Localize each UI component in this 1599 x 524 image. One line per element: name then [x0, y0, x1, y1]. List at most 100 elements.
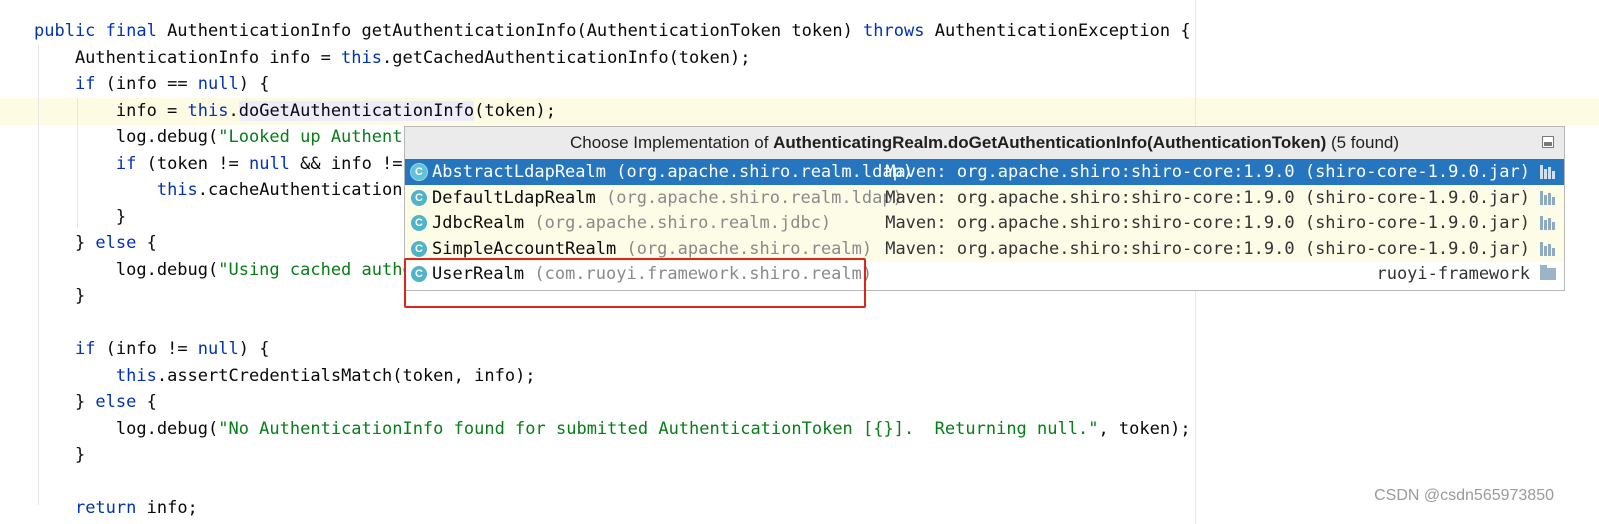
code-token: (info == — [95, 74, 198, 94]
code-line[interactable]: } — [34, 283, 85, 310]
library-icon — [1540, 190, 1556, 205]
implementation-item[interactable]: C JdbcRealm (org.apache.shiro.realm.jdbc)… — [405, 210, 1564, 237]
code-token: } — [34, 445, 86, 465]
code-token: .cacheAuthenticationI — [197, 180, 413, 200]
code-token: } — [34, 206, 127, 227]
class-icon: C — [411, 215, 427, 232]
code-token: log.debug( — [34, 127, 219, 147]
code-token: } — [34, 392, 96, 412]
code-line[interactable]: this.assertCredentialsMatch(token, info)… — [34, 363, 536, 390]
code-token: "No AuthenticationInfo found for submitt… — [218, 418, 1099, 439]
code-token: else — [95, 392, 137, 412]
implementation-class: AbstractLdapRealm (org.apache.shiro.real… — [432, 159, 913, 185]
code-line[interactable]: if (info == null) { — [34, 71, 270, 98]
module-icon — [1540, 265, 1556, 281]
code-token: } — [34, 286, 86, 306]
code-line[interactable]: } else { — [34, 230, 157, 257]
implementation-item[interactable]: C AbstractLdapRealm (org.apache.shiro.rea… — [405, 159, 1564, 185]
code-token: throws — [863, 21, 925, 41]
code-token: this — [187, 100, 229, 121]
code-token: info; — [136, 498, 198, 518]
code-token: AuthenticationInfo getAuthenticationInfo… — [167, 21, 864, 41]
source-location: ruoyi-framework — [1376, 264, 1530, 285]
code-token: . — [228, 100, 239, 121]
code-token: (info != — [95, 339, 198, 359]
code-token: ) { — [238, 74, 270, 94]
code-line[interactable]: return info; — [34, 495, 198, 522]
implementation-item[interactable]: C DefaultLdapRealm (org.apache.shiro.real… — [405, 184, 1564, 211]
code-line[interactable]: this.cacheAuthenticationI — [34, 177, 413, 204]
code-token: if — [74, 339, 96, 359]
source-location: Maven: org.apache.shiro:shiro-core:1.9.0… — [885, 162, 1530, 182]
library-icon — [1540, 216, 1556, 231]
code-token: else — [95, 233, 137, 253]
library-icon — [1540, 165, 1556, 179]
code-token: if — [115, 153, 137, 174]
code-line[interactable]: } else { — [34, 389, 157, 416]
annotation-highlight-box — [404, 258, 866, 308]
code-token: this — [115, 365, 157, 386]
package-name: (org.apache.shiro.realm.ldap) — [595, 187, 903, 208]
code-line[interactable]: if (info != null) { — [34, 336, 270, 363]
code-token: null — [248, 153, 290, 174]
code-token: return — [74, 498, 137, 518]
code-token: { — [136, 392, 157, 412]
code-token: AuthenticationException { — [924, 21, 1191, 41]
code-token: "Looked up Authenti — [218, 127, 413, 147]
implementation-class: DefaultLdapRealm (org.apache.shiro.realm… — [432, 185, 903, 211]
abstract-class-icon: C — [411, 164, 427, 180]
code-line[interactable]: } — [34, 204, 126, 231]
code-line[interactable]: log.debug("Using cached authe — [34, 257, 413, 284]
watermark: CSDN @csdn565973850 — [1374, 487, 1554, 504]
code-token: .getCachedAuthenticationInfo(token); — [382, 47, 751, 68]
code-token: this — [341, 47, 382, 68]
code-token: log.debug( — [34, 259, 219, 280]
popup-title: Choose Implementation of AuthenticatingR… — [405, 127, 1564, 160]
code-token: doGetAuthenticationInfo — [238, 100, 475, 121]
source-location: Maven: org.apache.shiro:shiro-core:1.9.0… — [885, 213, 1530, 234]
code-line[interactable]: log.debug("Looked up Authenti — [34, 124, 413, 151]
code-token: null — [197, 339, 239, 359]
code-token: ) { — [238, 339, 270, 359]
code-line[interactable]: if (token != null && info != — [34, 151, 413, 178]
code-line[interactable]: AuthenticationInfo info = this.getCached… — [34, 45, 751, 72]
class-name: AbstractLdapRealm — [432, 162, 606, 182]
code-token: (token != — [136, 153, 249, 174]
class-name: SimpleAccountRealm — [432, 238, 617, 259]
code-token: info = — [34, 100, 188, 121]
pin-icon[interactable] — [1542, 136, 1554, 148]
implementation-class: JdbcRealm (org.apache.shiro.realm.jdbc) — [432, 210, 831, 236]
code-line[interactable]: } — [34, 442, 85, 469]
class-name: DefaultLdapRealm — [432, 187, 596, 208]
code-token: } — [34, 233, 96, 253]
code-token: null — [197, 74, 239, 94]
code-token: .assertCredentialsMatch(token, info); — [156, 365, 536, 386]
code-token: AuthenticationInfo info = — [34, 47, 342, 68]
code-token: , token); — [1098, 418, 1191, 439]
library-icon — [1540, 241, 1556, 256]
code-token: this — [156, 180, 198, 200]
code-token: (token); — [474, 100, 557, 121]
class-icon: C — [411, 240, 427, 257]
code-line[interactable]: public final AuthenticationInfo getAuthe… — [34, 18, 1191, 45]
class-icon: C — [411, 189, 427, 206]
code-token: log.debug( — [34, 418, 219, 439]
class-name: JdbcRealm — [432, 213, 525, 234]
source-location: Maven: org.apache.shiro:shiro-core:1.9.0… — [885, 187, 1530, 208]
code-token: "Using cached authe — [218, 259, 413, 280]
code-token: { — [136, 233, 157, 253]
code-token: if — [74, 74, 96, 94]
source-location: Maven: org.apache.shiro:shiro-core:1.9.0… — [885, 238, 1530, 259]
code-token: && info != — [289, 153, 413, 174]
package-name: (org.apache.shiro.realm.jdbc) — [524, 213, 832, 234]
code-token: public final — [34, 21, 168, 41]
code-line[interactable]: info = this.doGetAuthenticationInfo(toke… — [34, 98, 556, 125]
code-line[interactable]: log.debug("No AuthenticationInfo found f… — [34, 416, 1191, 443]
package-name: (org.apache.shiro.realm) — [616, 238, 873, 259]
package-name: (org.apache.shiro.realm.ldap) — [606, 162, 914, 182]
